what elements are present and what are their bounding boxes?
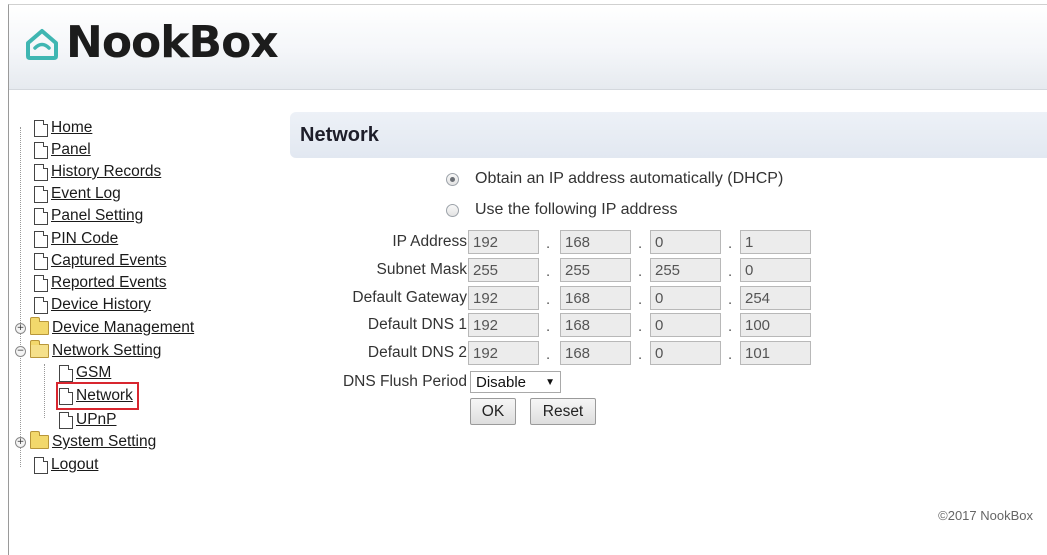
static-ip-option-label: Use the following IP address <box>475 201 678 218</box>
sidebar-item-system-setting[interactable]: + System Setting <box>15 431 156 453</box>
dns2-octet-4[interactable] <box>740 341 811 365</box>
dhcp-radio[interactable] <box>446 172 459 186</box>
dns-flush-period-label: DNS Flush Period <box>342 373 467 390</box>
sidebar-item-captured-events[interactable]: Captured Events <box>34 250 166 272</box>
ip-address-octet-2[interactable] <box>560 230 631 254</box>
sidebar-link-home[interactable]: Home <box>51 119 92 137</box>
ok-button[interactable]: OK <box>470 398 516 425</box>
dns1-octet-3[interactable] <box>650 313 721 337</box>
sidebar-item-logout[interactable]: Logout <box>34 454 98 476</box>
page-icon <box>34 230 48 248</box>
sidebar-item-device-management[interactable]: + Device Management <box>15 317 194 339</box>
page-icon <box>34 163 48 181</box>
page-icon <box>34 456 48 474</box>
collapse-icon[interactable]: − <box>15 345 26 357</box>
ip-address-label: IP Address <box>392 233 467 250</box>
dns-flush-period-select[interactable]: Disable ▼ <box>470 371 561 393</box>
open-folder-icon <box>30 340 49 358</box>
sidebar-link-device-management[interactable]: Device Management <box>52 319 194 337</box>
sidebar-link-network[interactable]: Network <box>76 387 133 405</box>
sidebar-link-logout[interactable]: Logout <box>51 456 98 474</box>
sidebar-item-network[interactable]: Network <box>56 382 139 410</box>
sidebar-link-panel[interactable]: Panel <box>51 141 91 159</box>
subnet-mask-octet-3[interactable] <box>650 258 721 282</box>
folder-icon <box>30 431 49 449</box>
dhcp-option-label: Obtain an IP address automatically (DHCP… <box>475 170 784 187</box>
expand-icon[interactable]: + <box>15 436 26 448</box>
sidebar-item-panel-setting[interactable]: Panel Setting <box>34 205 143 227</box>
dns2-octet-1[interactable] <box>468 341 539 365</box>
sidebar-link-history-records[interactable]: History Records <box>51 163 161 181</box>
dns1-label: Default DNS 1 <box>367 316 467 333</box>
subnet-mask-octet-1[interactable] <box>468 258 539 282</box>
sidebar-link-system-setting[interactable]: System Setting <box>52 433 156 451</box>
sidebar-link-panel-setting[interactable]: Panel Setting <box>51 207 143 225</box>
page-icon <box>34 185 48 203</box>
sidebar-item-upnp[interactable]: UPnP <box>59 409 117 431</box>
subnet-mask-octet-2[interactable] <box>560 258 631 282</box>
sidebar-link-reported-events[interactable]: Reported Events <box>51 274 166 292</box>
subnet-mask-octet-4[interactable] <box>740 258 811 282</box>
gateway-octet-1[interactable] <box>468 286 539 310</box>
sidebar-item-device-history[interactable]: Device History <box>34 294 151 316</box>
dns1-octet-4[interactable] <box>740 313 811 337</box>
page-icon <box>34 141 48 159</box>
sidebar-link-network-setting[interactable]: Network Setting <box>52 342 161 360</box>
page-icon <box>34 296 48 314</box>
dns2-octet-2[interactable] <box>560 341 631 365</box>
dhcp-option[interactable]: Obtain an IP address automatically (DHCP… <box>446 170 783 188</box>
page-icon <box>34 274 48 292</box>
sidebar-item-network-setting[interactable]: − Network Setting <box>15 340 161 362</box>
sidebar-item-home[interactable]: Home <box>34 117 92 139</box>
sidebar-link-captured-events[interactable]: Captured Events <box>51 252 166 270</box>
sidebar-item-history-records[interactable]: History Records <box>34 161 161 183</box>
gateway-octet-3[interactable] <box>650 286 721 310</box>
dns1-octet-2[interactable] <box>560 313 631 337</box>
dns2-label: Default DNS 2 <box>367 344 467 361</box>
brand-logo: NookBox <box>22 17 279 68</box>
dns1-octet-1[interactable] <box>468 313 539 337</box>
page-icon <box>59 364 73 382</box>
copyright-footer: ©2017 NookBox <box>938 508 1033 523</box>
subnet-mask-label: Subnet Mask <box>376 261 467 278</box>
gateway-octet-4[interactable] <box>740 286 811 310</box>
expand-icon[interactable]: + <box>15 322 26 334</box>
sidebar-link-device-history[interactable]: Device History <box>51 296 151 314</box>
page-title: Network <box>300 124 379 146</box>
dropdown-arrow-icon: ▼ <box>545 376 555 388</box>
section-header-bar <box>290 112 1047 158</box>
sidebar-link-gsm[interactable]: GSM <box>76 364 111 382</box>
gateway-octet-2[interactable] <box>560 286 631 310</box>
page-icon <box>34 252 48 270</box>
ip-address-octet-4[interactable] <box>740 230 811 254</box>
house-logo-icon <box>26 29 58 60</box>
sidebar-link-pin-code[interactable]: PIN Code <box>51 230 118 248</box>
sidebar-item-panel[interactable]: Panel <box>34 139 91 161</box>
sidebar-item-pin-code[interactable]: PIN Code <box>34 228 118 250</box>
dns-flush-period-value: Disable <box>476 373 527 391</box>
page-icon <box>59 411 73 429</box>
page-icon <box>59 387 73 405</box>
ip-address-octet-1[interactable] <box>468 230 539 254</box>
static-ip-radio[interactable] <box>446 203 459 217</box>
sidebar-item-gsm[interactable]: GSM <box>59 362 111 384</box>
sidebar-item-event-log[interactable]: Event Log <box>34 183 121 205</box>
reset-button[interactable]: Reset <box>530 398 596 425</box>
sidebar-link-event-log[interactable]: Event Log <box>51 185 121 203</box>
brand-name: NookBox <box>66 17 279 68</box>
page-icon <box>34 207 48 225</box>
dns2-octet-3[interactable] <box>650 341 721 365</box>
page-icon <box>34 119 48 137</box>
sidebar-item-reported-events[interactable]: Reported Events <box>34 272 166 294</box>
ip-address-octet-3[interactable] <box>650 230 721 254</box>
sidebar-link-upnp[interactable]: UPnP <box>76 411 117 429</box>
default-gateway-label: Default Gateway <box>352 289 467 306</box>
folder-icon <box>30 317 49 335</box>
static-ip-option[interactable]: Use the following IP address <box>446 201 677 219</box>
header: NookBox <box>9 5 1047 90</box>
